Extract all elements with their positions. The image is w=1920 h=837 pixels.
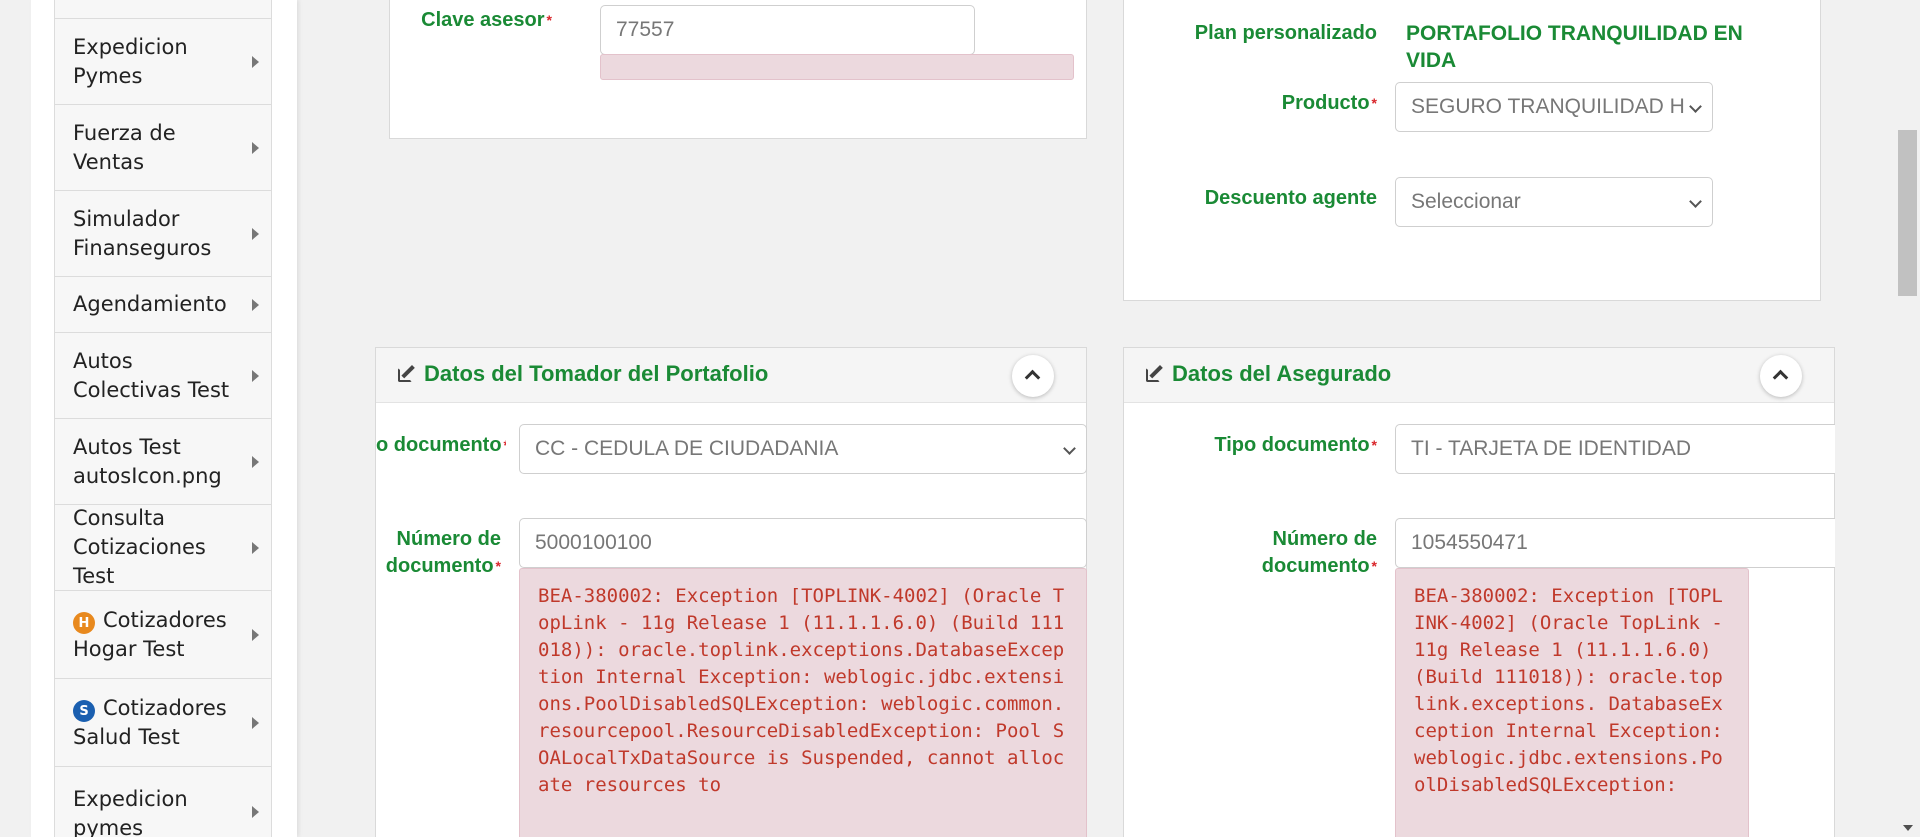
sidebar-item-expedicion-pymes[interactable]: Expedicion Pymes [55,19,271,105]
caret-right-icon [252,805,259,818]
sidebar-item-label: Autos Test autosIcon.png [73,434,222,488]
sidebar-item-label: Agendamiento [73,292,227,316]
descuento-label: Descuento agente [1204,187,1377,209]
chevron-up-icon [1772,369,1789,386]
sidebar-item-label: Fuerza de Ventas [73,120,176,174]
asegurado-tipo-label: Tipo documento * [1214,434,1377,456]
tomador-panel-title: Datos del Tomador del Portafolio [398,361,768,387]
caret-right-icon [252,541,259,554]
producto-select[interactable]: SEGURO TRANQUILIDAD H [1395,82,1713,132]
caret-right-icon [252,298,259,311]
plan-value: PORTAFOLIO TRANQUILIDAD EN VIDA [1406,22,1743,72]
asegurado-tipo-select[interactable]: TI - TARJETA DE IDENTIDAD [1395,424,1835,474]
scroll-down-arrow-icon[interactable] [1903,825,1913,831]
plan-card: Plan personalizado PORTAFOLIO TRANQUILID… [1123,0,1821,301]
collapse-button[interactable] [1760,355,1802,397]
asesor-card: Clave asesor * 77557 [389,0,1087,139]
health-badge-icon: S [73,700,95,722]
descuento-select[interactable]: Seleccionar [1395,177,1713,227]
sidebar-item-label: S Cotizadores Salud Test [73,695,227,749]
sidebar-item-label: Autos Colectivas Test [73,348,230,402]
asesor-error-bar [600,54,1074,80]
tomador-tipo-select[interactable]: CC - CEDULA DE CIUDADANIA [519,424,1087,474]
asegurado-numero-input[interactable]: 1054550471 [1395,518,1835,568]
tomador-numero-label: Número de documento * [385,528,501,577]
asegurado-numero-label: Número de documento * [1261,528,1377,577]
asegurado-error-message: BEA-380002: Exception [TOPLINK-4002] (Or… [1395,568,1749,837]
sidebar-item-cotizadores-hogar-test[interactable]: H Cotizadores Hogar Test [55,591,271,679]
asegurado-panel: Datos del Asegurado Tipo documento * TI -… [1123,347,1835,837]
edit-icon [1146,365,1164,383]
sidebar-item-label: H Cotizadores Hogar Test [73,607,227,661]
asegurado-panel-header: Datos del Asegurado [1124,348,1834,403]
caret-right-icon [252,141,259,154]
chevron-down-icon [1689,195,1702,208]
caret-right-icon [252,227,259,240]
sidebar-item-autos-test[interactable]: Autos Test autosIcon.png [55,419,271,505]
plan-label: Plan personalizado [1194,22,1377,44]
producto-label: Producto * [1281,92,1377,114]
chevron-down-icon [1689,100,1702,113]
sidebar-item-fuerza-de-ventas[interactable]: Fuerza de Ventas [55,105,271,191]
sidebar-menu: Expedicion Pymes Fuerza de Ventas Simula… [54,0,272,837]
edit-icon [398,365,416,383]
sidebar-item-cotizadores-salud-test[interactable]: S Cotizadores Salud Test [55,679,271,767]
tomador-tipo-label: o documento* [376,434,506,456]
chevron-up-icon [1024,369,1041,386]
caret-right-icon [252,55,259,68]
asesor-label: Clave asesor * [421,9,552,31]
collapse-button[interactable] [1012,355,1054,397]
sidebar-item-label: Consulta Cotizaciones Test [73,506,206,588]
sidebar-item-agendamiento[interactable]: Agendamiento [55,277,271,333]
caret-right-icon [252,628,259,641]
scrollbar-thumb[interactable] [1898,130,1917,296]
chevron-down-icon [1063,442,1076,455]
sidebar-item-expedicion-pymes-2[interactable]: Expedicion pymes [55,767,271,837]
sidebar-item-label: Expedicion pymes [73,786,188,837]
sidebar-item-autos-colectivas-test[interactable]: Autos Colectivas Test [55,333,271,419]
sidebar-item-label: Simulador Finanseguros [73,206,212,260]
asesor-key-input[interactable]: 77557 [600,5,975,55]
sidebar-item-simulador-finanseguros[interactable]: Simulador Finanseguros [55,191,271,277]
sidebar-item-label: Expedicion Pymes [73,34,188,88]
caret-right-icon [252,369,259,382]
caret-right-icon [252,716,259,729]
sidebar-item-consulta-cotizaciones-test[interactable]: Consulta Cotizaciones Test [55,505,271,591]
sidebar: Expedicion Pymes Fuerza de Ventas Simula… [31,0,297,837]
home-badge-icon: H [73,612,95,634]
tomador-numero-input[interactable]: 5000100100 [519,518,1087,568]
tomador-panel: Datos del Tomador del Portafolio o docum… [375,347,1087,837]
tomador-error-message: BEA-380002: Exception [TOPLINK-4002] (Or… [519,568,1087,837]
main-content: Clave asesor * 77557 Plan personalizado P… [297,0,1902,837]
tomador-panel-header: Datos del Tomador del Portafolio [376,348,1086,403]
caret-right-icon [252,455,259,468]
vertical-scrollbar[interactable] [1895,0,1920,837]
asegurado-panel-title: Datos del Asegurado [1146,361,1391,387]
sidebar-item-top[interactable] [55,0,271,19]
